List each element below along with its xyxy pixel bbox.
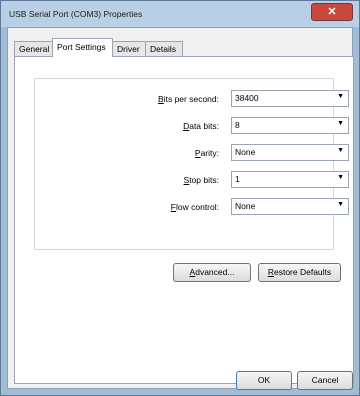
button-label: Cancel	[311, 375, 339, 385]
close-icon: ✕	[327, 6, 337, 18]
button-label: dvanced...	[195, 267, 235, 277]
window-title: USB Serial Port (COM3) Properties	[9, 9, 143, 19]
ok-button[interactable]: OK	[236, 371, 292, 390]
label-text: low control:	[176, 202, 219, 212]
chevron-down-icon: ▼	[337, 174, 344, 181]
flow-control-label: Flow control:	[99, 202, 219, 212]
chevron-down-icon: ▼	[337, 120, 344, 127]
tab-label: General	[19, 44, 50, 54]
selected-value: 38400	[235, 93, 259, 103]
cancel-button[interactable]: Cancel	[297, 371, 353, 390]
tab-details[interactable]: Details	[145, 41, 183, 56]
selected-value: None	[235, 201, 256, 211]
chevron-down-icon: ▼	[337, 201, 344, 208]
tab-driver[interactable]: Driver	[112, 41, 146, 56]
selected-value: 1	[235, 174, 240, 184]
tab-label: Port Settings	[57, 42, 106, 52]
data-bits-label: Data bits:	[99, 121, 219, 131]
label-text: ata bits:	[189, 121, 219, 131]
label-text: top bits:	[189, 175, 219, 185]
title-bar[interactable]: USB Serial Port (COM3) Properties ✕	[1, 1, 359, 27]
parity-label: Parity:	[99, 148, 219, 158]
properties-window: USB Serial Port (COM3) Properties ✕ Gene…	[0, 0, 360, 396]
port-settings-panel: Bits per second: 38400 ▼ Data bits: 8 ▼ …	[14, 56, 354, 384]
flow-control-select[interactable]: None ▼	[231, 198, 349, 215]
tab-general[interactable]: General	[14, 41, 53, 56]
tab-port-settings[interactable]: Port Settings	[52, 38, 113, 57]
data-bits-select[interactable]: 8 ▼	[231, 117, 349, 134]
bits-per-second-select[interactable]: 38400 ▼	[231, 90, 349, 107]
selected-value: 8	[235, 120, 240, 130]
restore-defaults-button[interactable]: Restore Defaults	[258, 263, 341, 282]
label-text: arity:	[200, 148, 219, 158]
tab-label: Details	[150, 44, 176, 54]
label-text: its per second:	[163, 94, 219, 104]
close-button[interactable]: ✕	[311, 3, 353, 21]
selected-value: None	[235, 147, 256, 157]
stop-bits-label: Stop bits:	[99, 175, 219, 185]
stop-bits-select[interactable]: 1 ▼	[231, 171, 349, 188]
button-label: estore Defaults	[273, 267, 332, 277]
chevron-down-icon: ▼	[337, 147, 344, 154]
bits-per-second-label: Bits per second:	[99, 94, 219, 104]
dialog-client-area: General Port Settings Driver Details Bit…	[7, 27, 354, 390]
tab-label: Driver	[117, 44, 140, 54]
parity-select[interactable]: None ▼	[231, 144, 349, 161]
advanced-button[interactable]: Advanced...	[173, 263, 251, 282]
chevron-down-icon: ▼	[337, 93, 344, 100]
button-label: OK	[257, 375, 271, 385]
